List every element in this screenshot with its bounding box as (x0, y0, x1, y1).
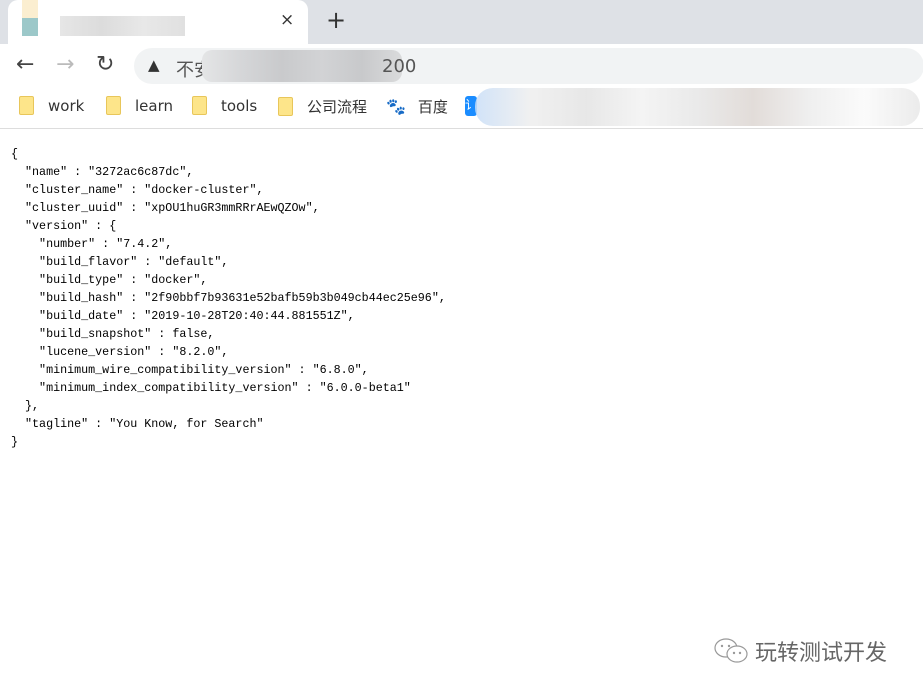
json-line: "name" : "3272ac6c87dc", (11, 165, 194, 179)
json-line: "cluster_uuid" : "xpOU1huGR3mmRRrAEwQZOw… (11, 201, 320, 215)
json-line: { (11, 147, 19, 161)
json-line: "build_hash" : "2f90bbf7b93631e52bafb59b… (11, 291, 446, 305)
bookmark-work[interactable]: work (19, 96, 84, 115)
close-tab-button[interactable]: × (280, 10, 294, 30)
bookmark-tools[interactable]: tools (192, 96, 257, 115)
forward-button[interactable]: → (56, 52, 74, 77)
json-response: { "name" : "3272ac6c87dc", "cluster_name… (11, 145, 446, 451)
folder-icon (192, 96, 207, 115)
baidu-paw-icon: 🐾 (386, 97, 406, 116)
json-line: "build_type" : "docker", (11, 273, 208, 287)
wechat-icon (714, 638, 748, 663)
bookmark-company-process[interactable]: 公司流程 (278, 96, 367, 117)
bookmarks-redacted (475, 88, 920, 126)
reload-button[interactable]: ↻ (96, 52, 114, 77)
address-suffix: 200 (382, 56, 417, 77)
bookmark-label: 公司流程 (307, 98, 368, 116)
bookmark-learn[interactable]: learn (106, 96, 173, 115)
json-line: "minimum_index_compatibility_version" : … (11, 381, 411, 395)
address-redacted (202, 50, 402, 82)
json-line: "minimum_wire_compatibility_version" : "… (11, 363, 369, 377)
json-line: } (11, 435, 19, 449)
json-line: "lucene_version" : "8.2.0", (11, 345, 229, 359)
json-line: }, (11, 399, 40, 413)
json-line: "tagline" : "You Know, for Search" (11, 417, 264, 431)
folder-icon (19, 96, 34, 115)
watermark: 玩转测试开发 (713, 635, 887, 667)
address-bar[interactable]: ▲ 不安 200 (134, 48, 923, 84)
json-line: "version" : { (11, 219, 117, 233)
bookmark-baidu[interactable]: 🐾 百度 (386, 96, 448, 117)
json-line: "build_date" : "2019-10-28T20:40:44.8815… (11, 309, 355, 323)
bookmark-label: 百度 (417, 98, 448, 116)
folder-icon (278, 97, 293, 116)
json-line: "cluster_name" : "docker-cluster", (11, 183, 264, 197)
back-button[interactable]: ← (16, 52, 34, 77)
new-tab-button[interactable]: + (326, 6, 346, 34)
json-line: "build_snapshot" : false, (11, 327, 215, 341)
json-line: "number" : "7.4.2", (11, 237, 173, 251)
warning-icon[interactable]: ▲ (148, 56, 160, 74)
json-line: "build_flavor" : "default", (11, 255, 229, 269)
active-tab[interactable]: × (8, 0, 308, 44)
bookmark-label: learn (135, 96, 173, 115)
favicon-icon (22, 0, 38, 36)
folder-icon (106, 96, 121, 115)
tab-title-redacted (60, 16, 185, 36)
toolbar: ← → ↻ ▲ 不安 200 (0, 44, 923, 86)
watermark-text: 玩转测试开发 (755, 641, 888, 666)
tab-strip: × + (0, 0, 923, 44)
bookmark-label: tools (221, 96, 258, 115)
bookmark-label: work (48, 96, 85, 115)
